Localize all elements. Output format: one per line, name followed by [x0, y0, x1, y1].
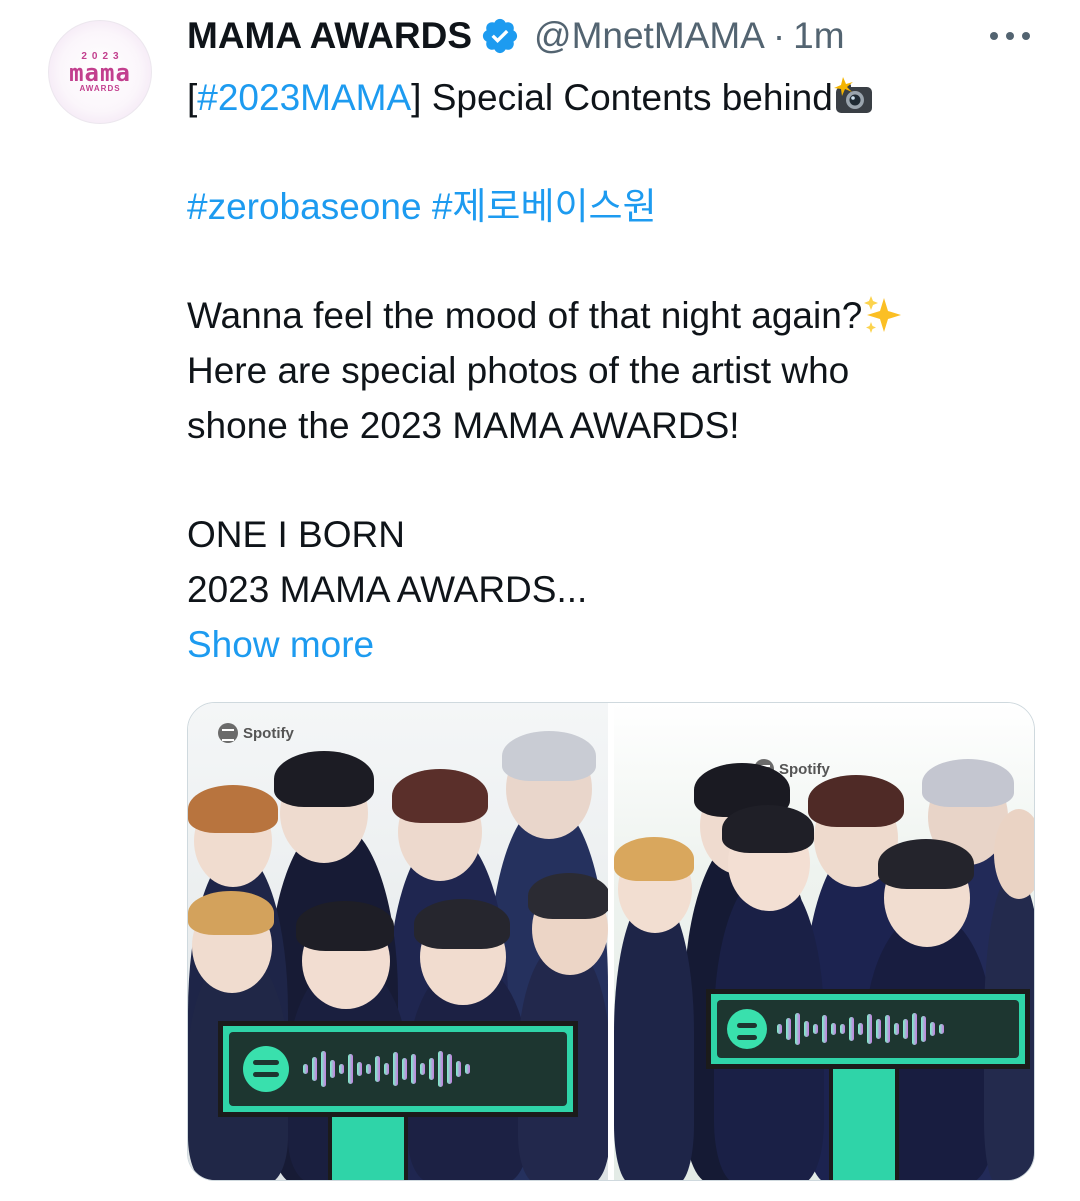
spotify-code-board-2	[706, 989, 1030, 1069]
spotify-icon	[218, 723, 238, 743]
camera-with-flash-icon	[833, 76, 875, 118]
bracket-open: [	[187, 77, 198, 118]
media-grid: Spotify Spotify	[187, 702, 1035, 1181]
avatar-sub: AWARDS	[79, 84, 121, 93]
tweet-header: MAMA AWARDS @MnetMAMA · 1m	[187, 12, 845, 60]
tweet-line-5: shone the 2023 MAMA AWARDS!	[187, 405, 740, 446]
tweet-line-7: 2023 MAMA AWARDS...	[187, 569, 588, 610]
tweet-line-6: ONE I BORN	[187, 514, 405, 555]
spotify-watermark-text-2: Spotify	[779, 760, 830, 778]
author-handle[interactable]: @MnetMAMA	[534, 15, 765, 57]
line-3-text: Wanna feel the mood of that night again?	[187, 295, 863, 336]
spotify-watermark: Spotify	[218, 723, 294, 743]
media-photo-2[interactable]: Spotify	[614, 703, 1034, 1180]
tweet-text: [#2023MAMA] Special Contents behind #zer…	[187, 70, 1047, 672]
hashtag-zerobaseone-korean[interactable]: #제로베이스원	[432, 186, 657, 227]
verified-badge-icon	[480, 16, 520, 56]
tweet-line-3: Wanna feel the mood of that night again?	[187, 288, 1047, 343]
separator-dot: ·	[772, 15, 786, 56]
media-photo-1[interactable]: Spotify	[188, 703, 608, 1180]
more-options-icon[interactable]	[990, 26, 1030, 46]
tweet-timestamp[interactable]: 1m	[793, 15, 844, 57]
spotify-code-bars	[303, 1046, 470, 1092]
spotify-watermark-text: Spotify	[243, 724, 294, 742]
tweet-line-1: [#2023MAMA] Special Contents behind	[187, 70, 1047, 125]
line-1-text: ] Special Contents behind	[411, 77, 833, 118]
spotify-code-logo-icon-2	[727, 1009, 767, 1049]
spotify-code-bars-2	[777, 1009, 944, 1049]
tweet-line-4: Here are special photos of the artist wh…	[187, 350, 850, 391]
spotify-code-logo-icon	[243, 1046, 289, 1092]
sparkles-icon	[862, 294, 904, 336]
hashtag-zerobaseone[interactable]: #zerobaseone	[187, 186, 422, 227]
tweet-line-tags: #zerobaseone #제로베이스원	[187, 179, 1047, 234]
spotify-code-board-1	[218, 1021, 578, 1117]
show-more-link[interactable]: Show more	[187, 624, 374, 665]
author-avatar[interactable]: 2023 mama AWARDS	[48, 20, 152, 124]
hashtag-2023mama[interactable]: #2023MAMA	[197, 77, 411, 118]
avatar-logo: mama	[69, 59, 131, 87]
author-name[interactable]: MAMA AWARDS	[187, 15, 472, 57]
